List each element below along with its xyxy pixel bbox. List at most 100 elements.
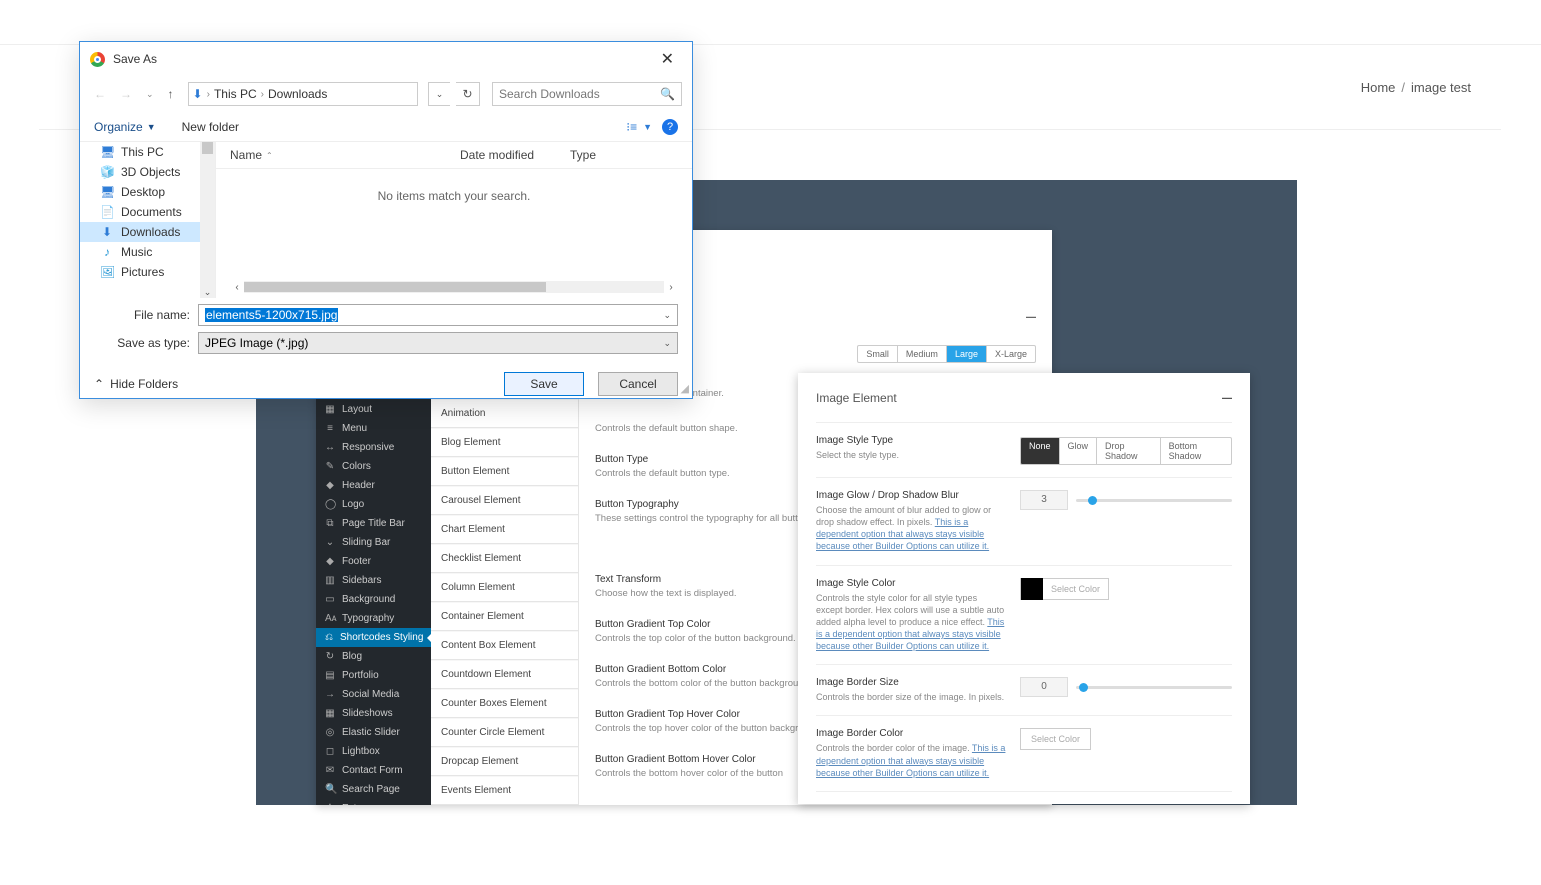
sidebar-item-search-page[interactable]: 🔍Search Page (316, 780, 431, 799)
nav-recent-dropdown[interactable]: ⌄ (142, 87, 158, 102)
seg-option[interactable]: Medium (898, 346, 947, 362)
element-list-item[interactable]: Dropcap Element (431, 748, 578, 776)
element-list-item[interactable]: Checklist Element (431, 545, 578, 573)
sidebar-item-colors[interactable]: ✎Colors (316, 457, 431, 476)
col-date[interactable]: Date modified (460, 148, 570, 162)
refresh-button[interactable]: ↻ (456, 82, 480, 106)
search-input[interactable]: Search Downloads 🔍 (492, 82, 682, 106)
image-style-type-segmented[interactable]: NoneGlowDrop ShadowBottom Shadow (1020, 437, 1232, 465)
sidebar-item-blog[interactable]: ↻Blog (316, 647, 431, 666)
sidebar-item-contact-form[interactable]: ✉Contact Form (316, 761, 431, 780)
sidebar-item-background[interactable]: ▭Background (316, 590, 431, 609)
tree-item-label: Documents (121, 205, 182, 219)
nav-forward-button[interactable]: → (116, 85, 136, 103)
sidebar-item-responsive[interactable]: ↔Responsive (316, 438, 431, 457)
panel-collapse-icon[interactable]: – (1222, 387, 1232, 408)
page-top-bar (0, 0, 1541, 45)
element-list-item[interactable]: Counter Circle Element (431, 719, 578, 747)
sidebar-item-icon: ↻ (325, 651, 335, 662)
sidebar-item-portfolio[interactable]: ▤Portfolio (316, 666, 431, 685)
seg-option[interactable]: X-Large (987, 346, 1035, 362)
blur-slider[interactable] (1076, 490, 1232, 510)
seg-option[interactable]: None (1021, 438, 1060, 464)
list-h-scrollbar[interactable]: ‹› (230, 280, 678, 294)
tree-item-label: Pictures (121, 265, 164, 279)
tree-item-desktop[interactable]: 🖥Desktop (80, 182, 215, 202)
sidebar-item-lightbox[interactable]: ◻Lightbox (316, 742, 431, 761)
element-list-item[interactable]: Blog Element (431, 429, 578, 457)
seg-option[interactable]: Glow (1060, 438, 1098, 464)
sidebar-item-footer[interactable]: ◆Footer (316, 552, 431, 571)
path-this-pc[interactable]: This PC (214, 87, 257, 101)
sidebar-item-social-media[interactable]: → Social Media (316, 685, 431, 704)
border-color-picker[interactable]: Select Color (1020, 728, 1091, 750)
view-options-button[interactable]: ⁝≡ ▼ (626, 120, 652, 134)
element-list-item[interactable]: Container Element (431, 603, 578, 631)
element-list-item[interactable]: Events Element (431, 777, 578, 805)
style-color-picker[interactable]: Select Color (1020, 578, 1109, 600)
column-headers[interactable]: Name ⌃ Date modified Type (216, 142, 692, 169)
hide-folders-toggle[interactable]: ⌃ Hide Folders (94, 377, 178, 391)
opt-desc: Controls the border color of the image. … (816, 742, 1006, 778)
tree-item-this-pc[interactable]: 🖥This PC (80, 142, 215, 162)
resize-grip-icon[interactable]: ◢ (681, 382, 689, 395)
help-button[interactable]: ? (662, 119, 678, 135)
close-button[interactable]: ✕ (653, 45, 682, 73)
sidebar-item-elastic-slider[interactable]: ◎Elastic Slider (316, 723, 431, 742)
address-history-dropdown[interactable]: ⌄ (428, 82, 450, 106)
sidebar-item-typography[interactable]: AᴀTypography (316, 609, 431, 628)
sidebar-item-header[interactable]: ◆Header (316, 476, 431, 495)
sidebar-item-sidebars[interactable]: ▥Sidebars (316, 571, 431, 590)
seg-option[interactable]: Small (858, 346, 898, 362)
button-size-segmented[interactable]: SmallMediumLargeX-Large (857, 345, 1036, 363)
save-button[interactable]: Save (504, 372, 584, 396)
savetype-select[interactable]: JPEG Image (*.jpg)⌄ (198, 332, 678, 354)
sidebar-item-menu[interactable]: ≡Menu (316, 419, 431, 438)
element-list-item[interactable]: Button Element (431, 458, 578, 486)
element-list-item[interactable]: Column Element (431, 574, 578, 602)
tree-scrollbar[interactable]: ⌄ (200, 142, 215, 298)
sidebar-item-icon: → (325, 689, 335, 700)
sidebar-item-extra[interactable]: ✲Extra (316, 799, 431, 805)
nav-up-button[interactable]: ↑ (164, 85, 178, 103)
search-placeholder: Search Downloads (499, 87, 600, 101)
nav-back-button[interactable]: ← (90, 85, 110, 103)
sidebar-item-slideshows[interactable]: ▦Slideshows (316, 704, 431, 723)
tree-item-downloads[interactable]: ⬇Downloads (80, 222, 215, 242)
blur-value-input[interactable]: 3 (1020, 490, 1068, 510)
chevron-down-icon[interactable]: ⌄ (663, 338, 671, 349)
element-list-item[interactable]: Chart Element (431, 516, 578, 544)
sidebar-item-icon: ▤ (325, 670, 335, 681)
chevron-down-icon[interactable]: ⌄ (663, 310, 671, 321)
filename-input[interactable]: elements5-1200x715.jpg⌄ (198, 304, 678, 326)
seg-option[interactable]: Large (947, 346, 987, 362)
element-list-item[interactable]: Carousel Element (431, 487, 578, 515)
border-size-slider[interactable] (1076, 677, 1232, 697)
sidebar-item-shortcodes-styling[interactable]: ⎌Shortcodes Styling (316, 628, 431, 647)
element-list-item[interactable]: Counter Boxes Element (431, 690, 578, 718)
sidebar-item-logo[interactable]: ◯Logo (316, 495, 431, 514)
breadcrumb-home[interactable]: Home (1361, 80, 1396, 95)
folder-icon: 📄 (100, 205, 114, 219)
sidebar-item-label: Social Media (342, 689, 399, 700)
organize-menu[interactable]: Organize ▼ (94, 120, 156, 134)
tree-item-3d-objects[interactable]: 🧊3D Objects (80, 162, 215, 182)
address-bar[interactable]: ⬇ › This PC › Downloads (188, 82, 418, 106)
element-list-item[interactable]: Content Box Element (431, 632, 578, 660)
tree-item-pictures[interactable]: 🖼Pictures (80, 262, 215, 282)
path-downloads[interactable]: Downloads (268, 87, 327, 101)
new-folder-button[interactable]: New folder (182, 120, 239, 134)
tree-item-documents[interactable]: 📄 Documents (80, 202, 215, 222)
col-name[interactable]: Name (230, 148, 262, 162)
tree-item-music[interactable]: ♪Music (80, 242, 215, 262)
seg-option[interactable]: Bottom Shadow (1161, 438, 1231, 464)
element-list-item[interactable]: Animation (431, 400, 578, 428)
sidebar-item-icon: ◆ (325, 556, 335, 567)
col-type[interactable]: Type (570, 148, 678, 162)
sidebar-item-page-title-bar[interactable]: ⧉Page Title Bar (316, 514, 431, 533)
cancel-button[interactable]: Cancel (598, 372, 678, 396)
seg-option[interactable]: Drop Shadow (1097, 438, 1161, 464)
element-list-item[interactable]: Countdown Element (431, 661, 578, 689)
sidebar-item-sliding-bar[interactable]: ⌄Sliding Bar (316, 533, 431, 552)
border-size-input[interactable]: 0 (1020, 677, 1068, 697)
